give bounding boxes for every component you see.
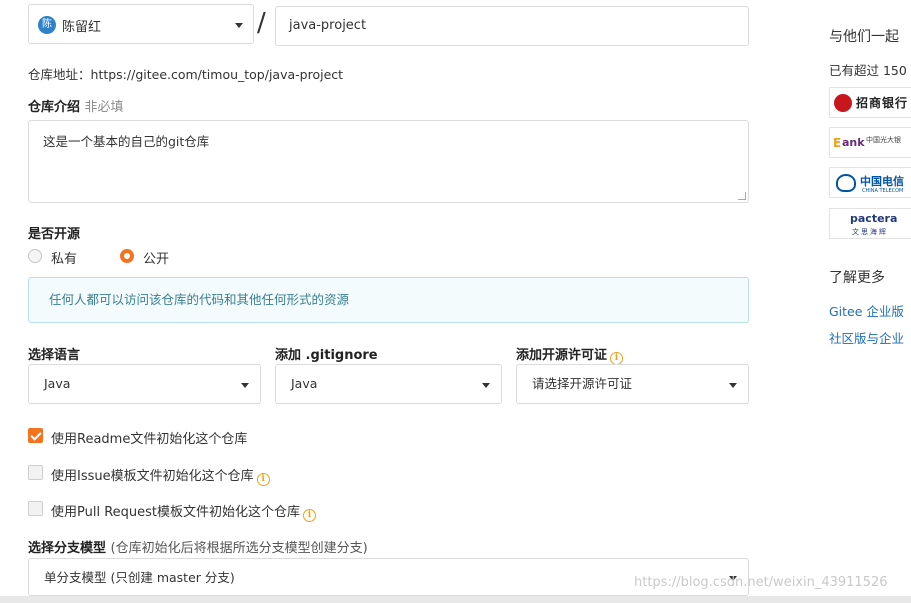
license-value: 请选择开源许可证 (532, 376, 633, 391)
owner-name: 陈留红 (62, 20, 102, 35)
pactera-cn: 文思海辉 (852, 228, 888, 236)
branch-model-hint: (仓库初始化后将根据所选分支模型创建分支) (110, 541, 368, 556)
language-label: 选择语言 (28, 348, 81, 363)
pactera-logo: pactera 文思海辉 (829, 208, 911, 239)
license-label-text: 添加开源许可证 (516, 348, 608, 363)
description-textarea[interactable]: 这是一个基本的自己的git仓库 (28, 120, 749, 203)
enterprise-link[interactable]: Gitee 企业版 (829, 301, 904, 320)
visibility-notice: 任何人都可以访问该仓库的代码和其他任何形式的资源 (28, 277, 749, 323)
gitignore-label: 添加 .gitignore (275, 348, 378, 363)
description-hint: 非必填 (84, 100, 124, 115)
watermark: https://blog.csdn.net/weixin_43911526 (634, 575, 888, 590)
chevron-down-icon (729, 383, 737, 388)
radio-private[interactable] (28, 249, 42, 263)
path-separator: / (257, 8, 266, 38)
description-label-text: 仓库介绍 (28, 100, 81, 115)
bottom-scrollbar[interactable] (0, 596, 911, 603)
repo-url-value: https://gitee.com/timou_top/java-project (90, 67, 344, 82)
description-value: 这是一个基本的自己的git仓库 (43, 134, 210, 149)
repo-url-label: 仓库地址： (28, 67, 91, 82)
owner-avatar: 陈 (38, 16, 56, 34)
info-icon[interactable]: i (303, 509, 317, 522)
sidebar-title: 与他们一起 (829, 29, 899, 45)
license-label: 添加开源许可证 i (516, 344, 624, 365)
chevron-down-icon (235, 23, 243, 28)
china-telecom-text: 中国电信 (860, 175, 904, 188)
owner-select[interactable]: 陈 陈留红 (28, 4, 254, 44)
sidebar-subtitle: 已有超过 150 (829, 63, 907, 78)
repo-path-input[interactable]: java-project (275, 6, 749, 46)
issue-template-label-text: 使用Issue模板文件初始化这个仓库 (51, 469, 254, 484)
gitignore-select[interactable]: Java (275, 364, 502, 404)
china-telecom-mark-icon (836, 174, 856, 192)
cmb-logo-mark-icon (834, 94, 852, 112)
china-telecom-logo: 中国电信 CHINA TELECOM (829, 167, 911, 198)
radio-public-label[interactable]: 公开 (143, 248, 169, 267)
cmb-logo-text: 招商银行 (856, 96, 909, 110)
community-vs-enterprise-link[interactable]: 社区版与企业 (829, 328, 904, 347)
branch-model-label: 选择分支模型 (仓库初始化后将根据所选分支模型创建分支) (28, 537, 368, 556)
ceb-logo-cn: 中国光大银 (866, 136, 901, 144)
info-icon[interactable]: i (256, 473, 270, 486)
cmb-logo: 招商银行 (829, 87, 911, 118)
pactera-text: pactera (850, 212, 898, 225)
visibility-label: 是否开源 (28, 227, 81, 242)
chevron-down-icon (241, 383, 249, 388)
ceb-logo-ank: ank (842, 136, 865, 149)
pr-template-checkbox[interactable] (28, 501, 43, 516)
pr-template-checkbox-label[interactable]: 使用Pull Request模板文件初始化这个仓库 i (51, 501, 317, 522)
ceb-logo-e: E (833, 136, 842, 150)
gitignore-value: Java (291, 376, 318, 391)
resize-handle-icon[interactable] (738, 192, 746, 200)
license-select[interactable]: 请选择开源许可证 (516, 364, 749, 404)
language-select[interactable]: Java (28, 364, 261, 404)
language-value: Java (44, 376, 71, 391)
readme-checkbox-label[interactable]: 使用Readme文件初始化这个仓库 (51, 428, 247, 447)
pr-template-label-text: 使用Pull Request模板文件初始化这个仓库 (51, 505, 301, 520)
issue-template-checkbox-label[interactable]: 使用Issue模板文件初始化这个仓库 i (51, 465, 270, 486)
ceb-logo: E ank 中国光大银 (829, 127, 911, 158)
radio-private-label[interactable]: 私有 (51, 248, 77, 267)
radio-public[interactable] (120, 249, 134, 263)
learn-more-heading: 了解更多 (829, 270, 885, 286)
chevron-down-icon (482, 383, 490, 388)
branch-model-label-text: 选择分支模型 (28, 541, 107, 556)
china-telecom-en: CHINA TELECOM (862, 188, 904, 194)
readme-checkbox[interactable] (28, 428, 43, 443)
repo-url: 仓库地址：https://gitee.com/timou_top/java-pr… (28, 64, 343, 83)
issue-template-checkbox[interactable] (28, 465, 43, 480)
description-label: 仓库介绍 非必填 (28, 96, 124, 115)
branch-model-value: 单分支模型 (只创建 master 分支) (44, 570, 235, 585)
